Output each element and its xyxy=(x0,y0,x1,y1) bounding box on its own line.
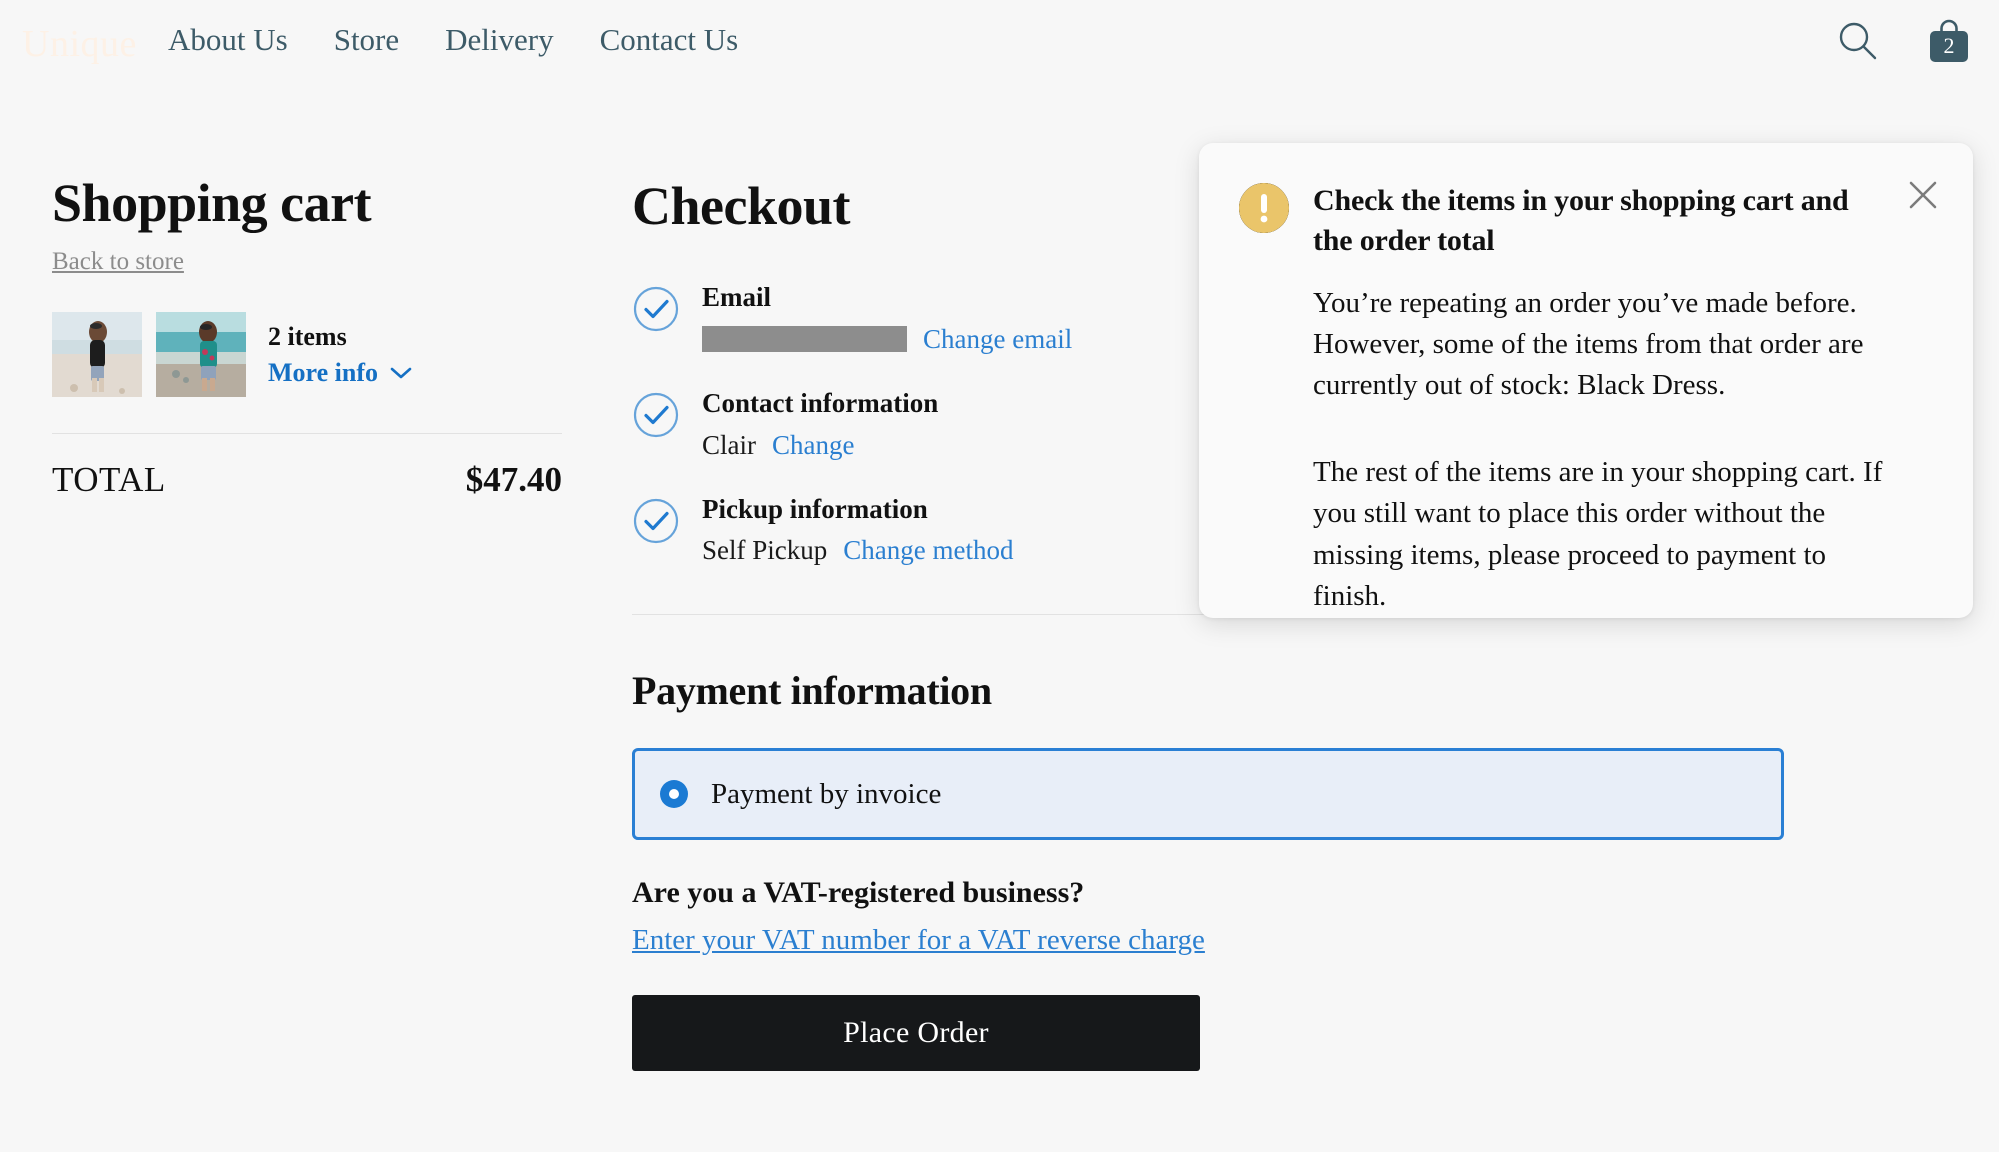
checkout-step-body: Contact information Clair Change xyxy=(702,385,938,461)
toast-paragraph-1: You’re repeating an order you’ve made be… xyxy=(1313,286,1864,402)
checkout-page: Unique About Us Store Delivery Contact U… xyxy=(0,0,1999,1152)
payment-option-invoice[interactable]: Payment by invoice xyxy=(632,748,1784,841)
checkout-step-body: Email Change email xyxy=(702,279,1072,355)
cart-total-value: $47.40 xyxy=(465,459,562,499)
check-circle-icon xyxy=(632,391,680,439)
shopping-cart-panel: Shopping cart Back to store 2 items More… xyxy=(52,175,562,500)
main-navigation: About Us Store Delivery Contact Us xyxy=(168,22,738,58)
change-email-link[interactable]: Change email xyxy=(923,324,1072,355)
payment-option-label: Payment by invoice xyxy=(711,777,942,810)
toast-body: You’re repeating an order you’ve made be… xyxy=(1313,283,1933,617)
nav-item-store[interactable]: Store xyxy=(334,22,399,58)
contact-name-value: Clair xyxy=(702,429,756,460)
check-circle-icon xyxy=(632,285,680,333)
payment-information-title: Payment information xyxy=(632,668,992,714)
nav-item-contact-us[interactable]: Contact Us xyxy=(600,22,739,58)
page-title: Shopping cart xyxy=(52,173,372,233)
step-value-row: Change email xyxy=(702,324,1072,355)
change-contact-link[interactable]: Change xyxy=(772,430,854,461)
product-thumbnail[interactable] xyxy=(52,311,142,397)
change-pickup-method-link[interactable]: Change method xyxy=(843,535,1013,566)
product-thumbnail[interactable] xyxy=(156,311,246,397)
toast-paragraph-2: The rest of the items are in your shoppi… xyxy=(1313,456,1883,612)
step-value-row: Clair Change xyxy=(702,430,938,461)
step-label: Contact information xyxy=(702,387,939,418)
more-info-toggle[interactable]: More info xyxy=(268,358,412,388)
pickup-method-value: Self Pickup xyxy=(702,535,828,566)
header-actions: 2 xyxy=(1837,18,1971,64)
back-to-store-link[interactable]: Back to store xyxy=(52,248,562,276)
email-redacted-value xyxy=(702,326,907,353)
vat-number-link[interactable]: Enter your VAT number for a VAT reverse … xyxy=(632,924,1792,957)
site-logo[interactable]: Unique xyxy=(22,22,137,66)
cart-total-label: TOTAL xyxy=(52,459,166,499)
radio-selected-icon xyxy=(659,779,689,809)
place-order-button[interactable]: Place Order xyxy=(632,995,1200,1072)
nav-item-about-us[interactable]: About Us xyxy=(168,22,288,58)
cart-items-count: 2 items xyxy=(268,321,347,351)
search-icon[interactable] xyxy=(1837,20,1879,62)
toast-heading: Check the items in your shopping cart an… xyxy=(1313,184,1849,257)
toast-header-row: Check the items in your shopping cart an… xyxy=(1239,181,1933,261)
cart-thumbnails xyxy=(52,311,246,397)
cart-divider xyxy=(52,432,562,434)
cart-item-count: 2 xyxy=(1943,33,1955,58)
cart-warning-toast: Check the items in your shopping cart an… xyxy=(1199,143,1973,618)
checkout-step-body: Pickup information Self Pickup Change me… xyxy=(702,491,1013,567)
close-icon[interactable] xyxy=(1905,177,1941,213)
vat-question: Are you a VAT-registered business? xyxy=(632,876,1085,910)
cart-summary-text: 2 items More info xyxy=(268,321,412,388)
chevron-down-icon xyxy=(390,366,412,379)
warning-exclamation-icon xyxy=(1239,183,1289,233)
shopping-bag-icon[interactable]: 2 xyxy=(1927,18,1971,64)
site-header: Unique About Us Store Delivery Contact U… xyxy=(0,0,1999,88)
cart-total-row: TOTAL $47.40 xyxy=(52,460,562,500)
nav-item-delivery[interactable]: Delivery xyxy=(445,22,553,58)
step-label: Email xyxy=(702,282,772,312)
check-circle-icon xyxy=(632,497,680,545)
step-value-row: Self Pickup Change method xyxy=(702,535,1013,566)
step-label: Pickup information xyxy=(702,493,928,524)
more-info-label: More info xyxy=(268,357,378,387)
cart-summary: 2 items More info xyxy=(52,311,562,397)
